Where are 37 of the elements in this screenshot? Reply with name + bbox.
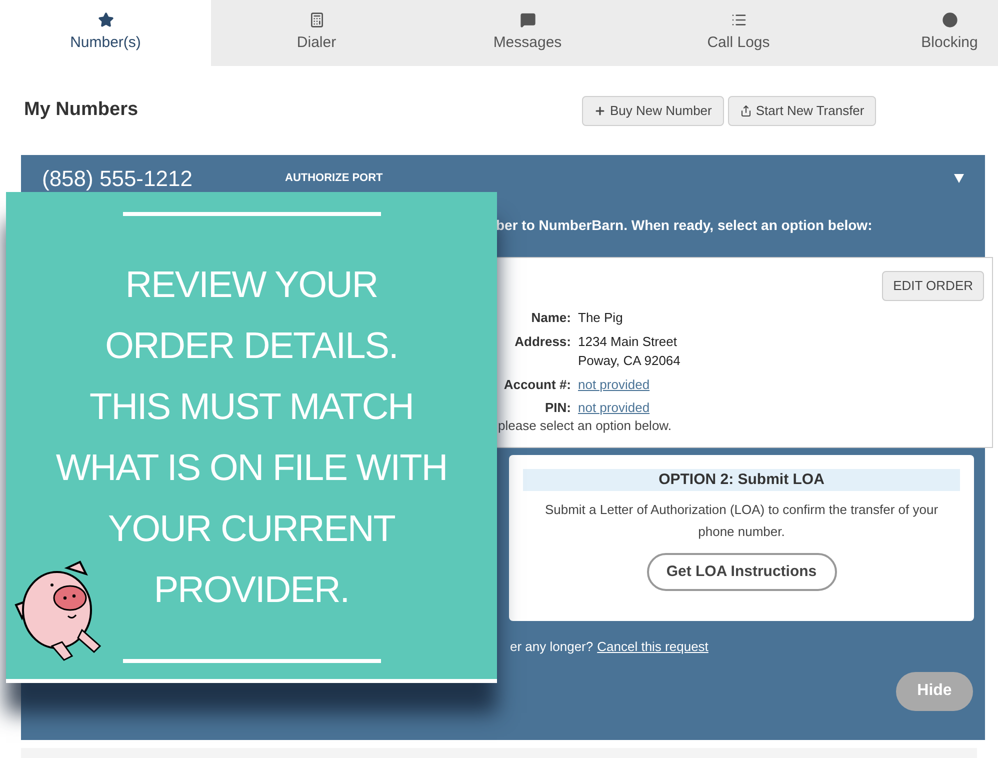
field-value: 1234 Main Street [578, 332, 678, 350]
toolbar-button[interactable]: Buy New Number [582, 96, 724, 126]
field-label: PIN: [544, 399, 571, 417]
overlay-text-line: PROVIDER. [154, 568, 350, 612]
circle-icon [942, 12, 958, 28]
overlay-text-line: YOUR CURRENT [108, 507, 395, 551]
field-label: Account #: [502, 376, 571, 394]
list-icon [730, 12, 746, 28]
edit-order-button[interactable]: EDIT ORDER [882, 271, 984, 301]
plus-icon [594, 104, 606, 116]
order-note: please select an option below. [498, 417, 672, 435]
cancel-request-link[interactable]: Cancel this request [597, 637, 708, 656]
option-description: Submit a Letter of Authorization (LOA) to confirm the transfer of your phone number. [544, 501, 940, 541]
overlay-text-line: WHAT IS ON FILE WITH [56, 446, 448, 490]
not-provided-link[interactable]: not provided [578, 398, 650, 418]
nav-tab[interactable]: Number(s) [0, 0, 211, 66]
star-icon [98, 12, 114, 28]
instructions-text: ber to NumberBarn. When ready, select an option below: [496, 216, 872, 235]
loa-instructions-button[interactable]: Get LOA Instructions [646, 553, 836, 591]
phone-number: (858) 555-1212 [42, 164, 194, 192]
caret-down-icon[interactable] [954, 174, 964, 182]
page-title: My Numbers [24, 98, 140, 122]
not-provided-link[interactable]: not provided [578, 374, 650, 394]
field-value: The Pig [578, 309, 623, 327]
toolbar-button[interactable]: Start New Transfer [728, 96, 876, 126]
chat-icon [520, 12, 536, 28]
field-label: Name: [530, 309, 571, 327]
overlay-text-line: REVIEW YOUR [125, 263, 378, 307]
overlay-text-line: THIS MUST MATCH [90, 385, 414, 429]
option-title: OPTION 2: Submit LOA [523, 469, 960, 491]
keypad-icon [308, 12, 324, 28]
status-label: AUTHORIZE PORT [285, 170, 383, 186]
cancel-prompt: er any longer? [510, 638, 594, 656]
field-value: Poway, CA 92064 [578, 352, 680, 370]
field-label: Address: [514, 332, 571, 350]
overlay-text-line: ORDER DETAILS. [105, 324, 398, 368]
share-icon [740, 104, 752, 116]
